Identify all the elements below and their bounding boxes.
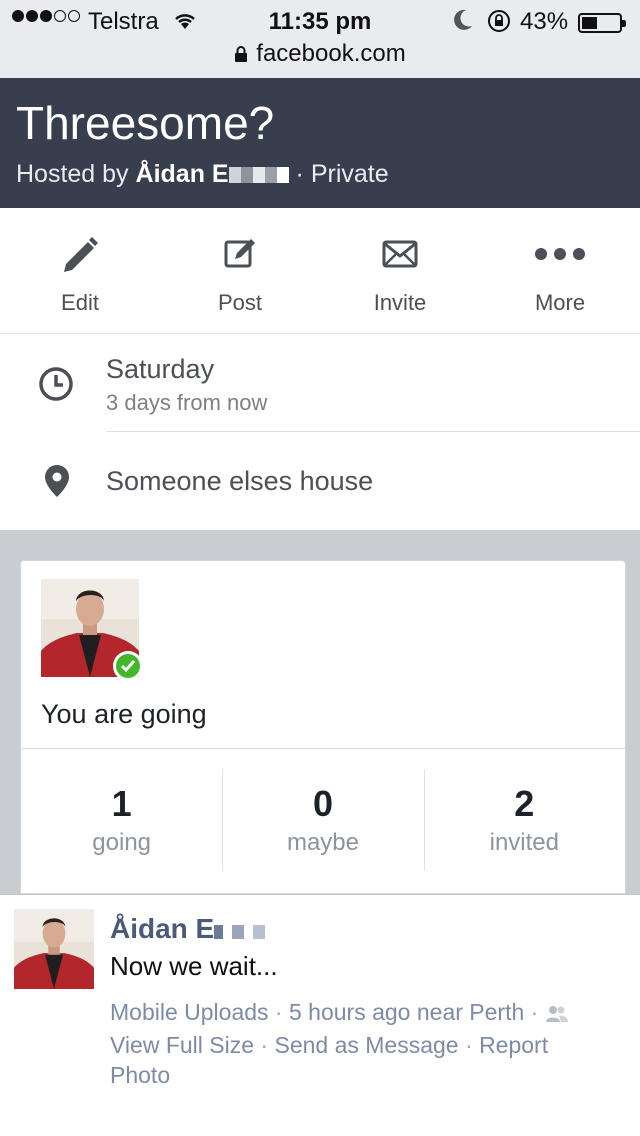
- photo-caption-text: Now we wait...: [110, 951, 278, 981]
- edit-label: Edit: [61, 290, 99, 315]
- event-relative-time: 3 days from now: [106, 390, 268, 415]
- send-as-message-link[interactable]: Send as Message: [274, 1032, 458, 1058]
- photo-caption-overlay: Åidan E Now we wait... Mobile Uploads · …: [0, 894, 640, 1136]
- pencil-icon: [60, 234, 100, 274]
- battery-percentage: 43%: [520, 8, 569, 35]
- stat-invited[interactable]: 2 invited: [423, 769, 625, 871]
- separator-dot: ·: [295, 160, 311, 188]
- post-label: Post: [217, 290, 263, 315]
- stat-invited-count: 2: [514, 783, 535, 824]
- photo-meta: Mobile Uploads · 5 hours ago near Perth …: [110, 997, 620, 1090]
- report-label: Report: [479, 1032, 549, 1058]
- address-bar[interactable]: facebook.com: [0, 40, 640, 70]
- divider: [21, 748, 625, 749]
- compose-icon: [223, 234, 257, 274]
- event-title: Threesome?: [16, 97, 275, 149]
- stat-maybe-label: maybe: [286, 829, 360, 856]
- separator-dot: ·: [465, 1032, 480, 1058]
- stat-maybe-count: 0: [312, 783, 333, 824]
- rsvp-status[interactable]: You are going: [41, 699, 207, 730]
- rsvp-card: You are going 1 going 0 maybe 2 invited: [20, 560, 626, 894]
- event-host-line: Hosted by Åidan E · Private: [16, 160, 389, 189]
- do-not-disturb-moon-icon: [452, 8, 474, 39]
- envelope-icon: [382, 234, 418, 274]
- event-location: Someone elses house: [106, 466, 374, 496]
- stat-going-label: going: [92, 829, 152, 856]
- invite-button[interactable]: Invite: [320, 208, 480, 333]
- going-check-icon: [113, 651, 143, 681]
- status-bar: Telstra 11:35 pm 43% facebook.com: [0, 0, 640, 78]
- event-time-row[interactable]: Saturday 3 days from now: [0, 334, 640, 432]
- more-dots-icon: [534, 234, 586, 274]
- event-details: Saturday 3 days from now Someone elses h…: [0, 334, 640, 530]
- edit-button[interactable]: Edit: [0, 208, 160, 333]
- separator-dot: ·: [260, 1032, 275, 1058]
- url-text: facebook.com: [256, 40, 406, 67]
- stat-maybe[interactable]: 0 maybe: [222, 769, 423, 871]
- author-name-link[interactable]: Åidan E: [110, 913, 275, 945]
- battery-icon: [578, 13, 626, 33]
- pixelated-name-redaction: [214, 925, 275, 939]
- author-name: Åidan E: [110, 913, 215, 944]
- rotation-lock-icon: [486, 8, 512, 41]
- pixelated-name-redaction: [228, 167, 289, 183]
- more-label: More: [534, 290, 586, 315]
- avatar[interactable]: [14, 909, 94, 989]
- event-action-bar: Edit Post Invite More: [0, 208, 640, 334]
- post-time[interactable]: 5 hours ago: [289, 999, 410, 1025]
- event-day: Saturday: [106, 354, 215, 384]
- padlock-icon: [234, 42, 248, 70]
- host-name-link[interactable]: Åidan E: [136, 160, 229, 188]
- stat-invited-label: invited: [489, 829, 559, 856]
- hosted-by-label: Hosted by: [16, 160, 129, 188]
- guest-stats: 1 going 0 maybe 2 invited: [21, 769, 625, 871]
- event-privacy: Private: [310, 160, 389, 188]
- event-header: Threesome? Hosted by Åidan E · Private: [0, 78, 640, 208]
- album-link[interactable]: Mobile Uploads: [110, 999, 269, 1025]
- view-full-size-link[interactable]: View Full Size: [110, 1032, 254, 1058]
- friends-audience-icon: [545, 1000, 569, 1030]
- clock-icon: [38, 366, 74, 407]
- stat-going-count: 1: [111, 783, 132, 824]
- location-pin-icon: [44, 464, 70, 503]
- photo-label: Photo: [110, 1062, 171, 1088]
- post-button[interactable]: Post: [160, 208, 320, 333]
- place-link[interactable]: Perth: [469, 999, 524, 1025]
- stat-going[interactable]: 1 going: [21, 769, 222, 871]
- more-button[interactable]: More: [480, 208, 640, 333]
- near-label: near: [416, 999, 463, 1025]
- event-location-row[interactable]: Someone elses house: [0, 432, 640, 530]
- separator-dot: ·: [274, 999, 289, 1025]
- invite-label: Invite: [373, 290, 427, 315]
- separator-dot: ·: [530, 999, 545, 1025]
